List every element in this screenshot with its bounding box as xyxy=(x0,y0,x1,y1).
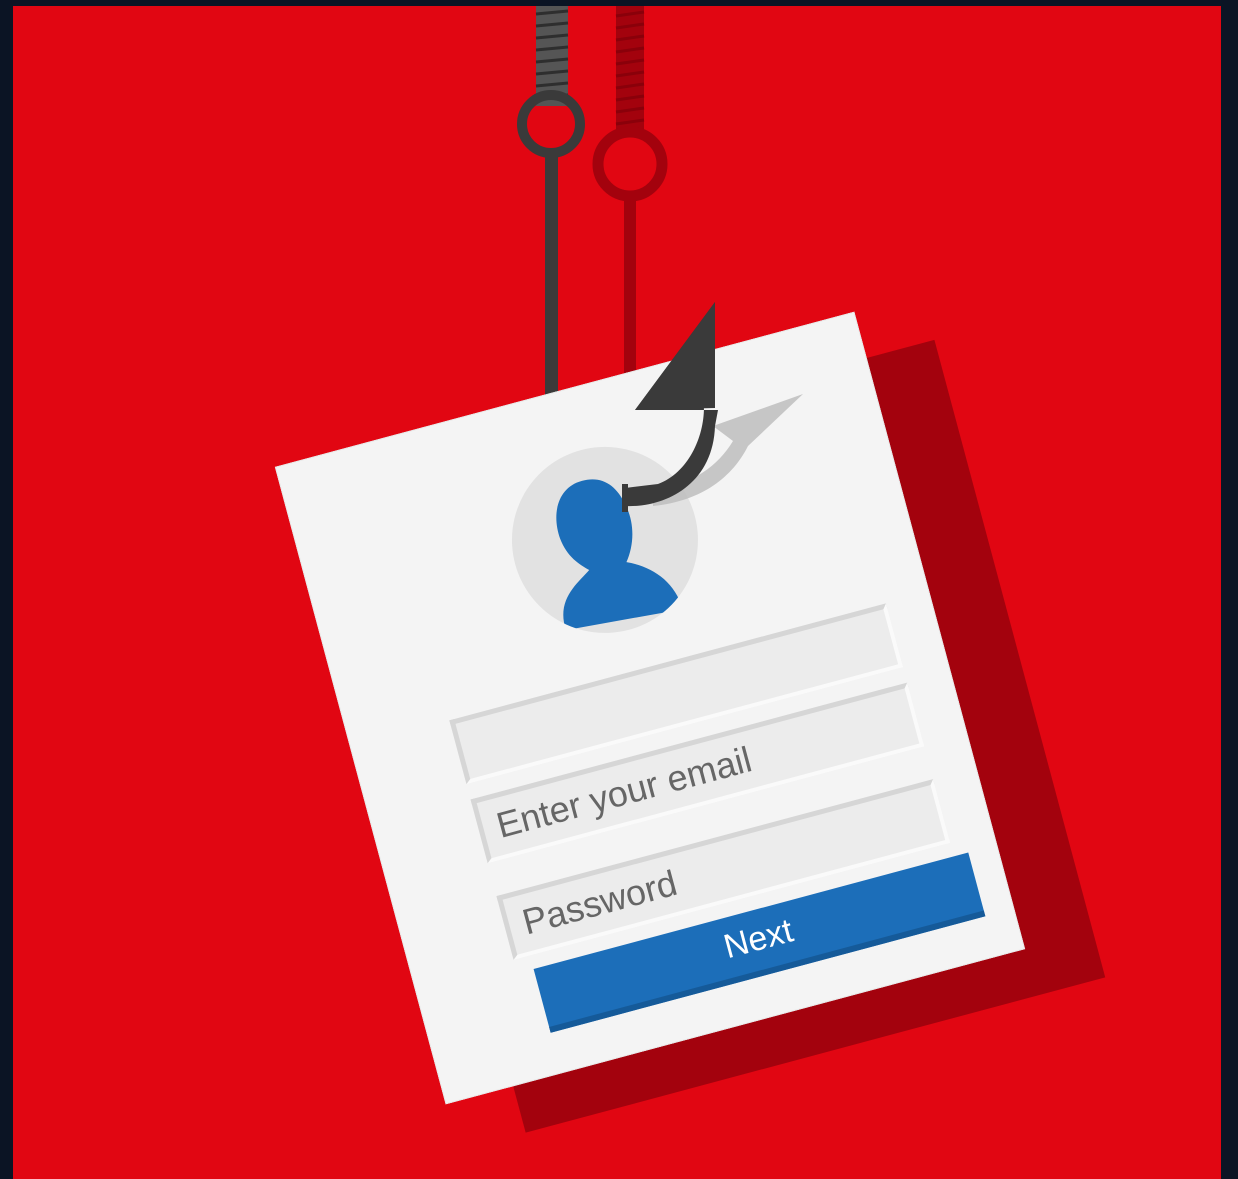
hook-line xyxy=(517,6,585,422)
illustration-canvas: Enter your email Password Next xyxy=(13,6,1221,1179)
user-avatar-icon xyxy=(491,426,719,654)
frame-border: Enter your email Password Next xyxy=(0,0,1238,1179)
shadow-hook-line xyxy=(592,6,668,394)
